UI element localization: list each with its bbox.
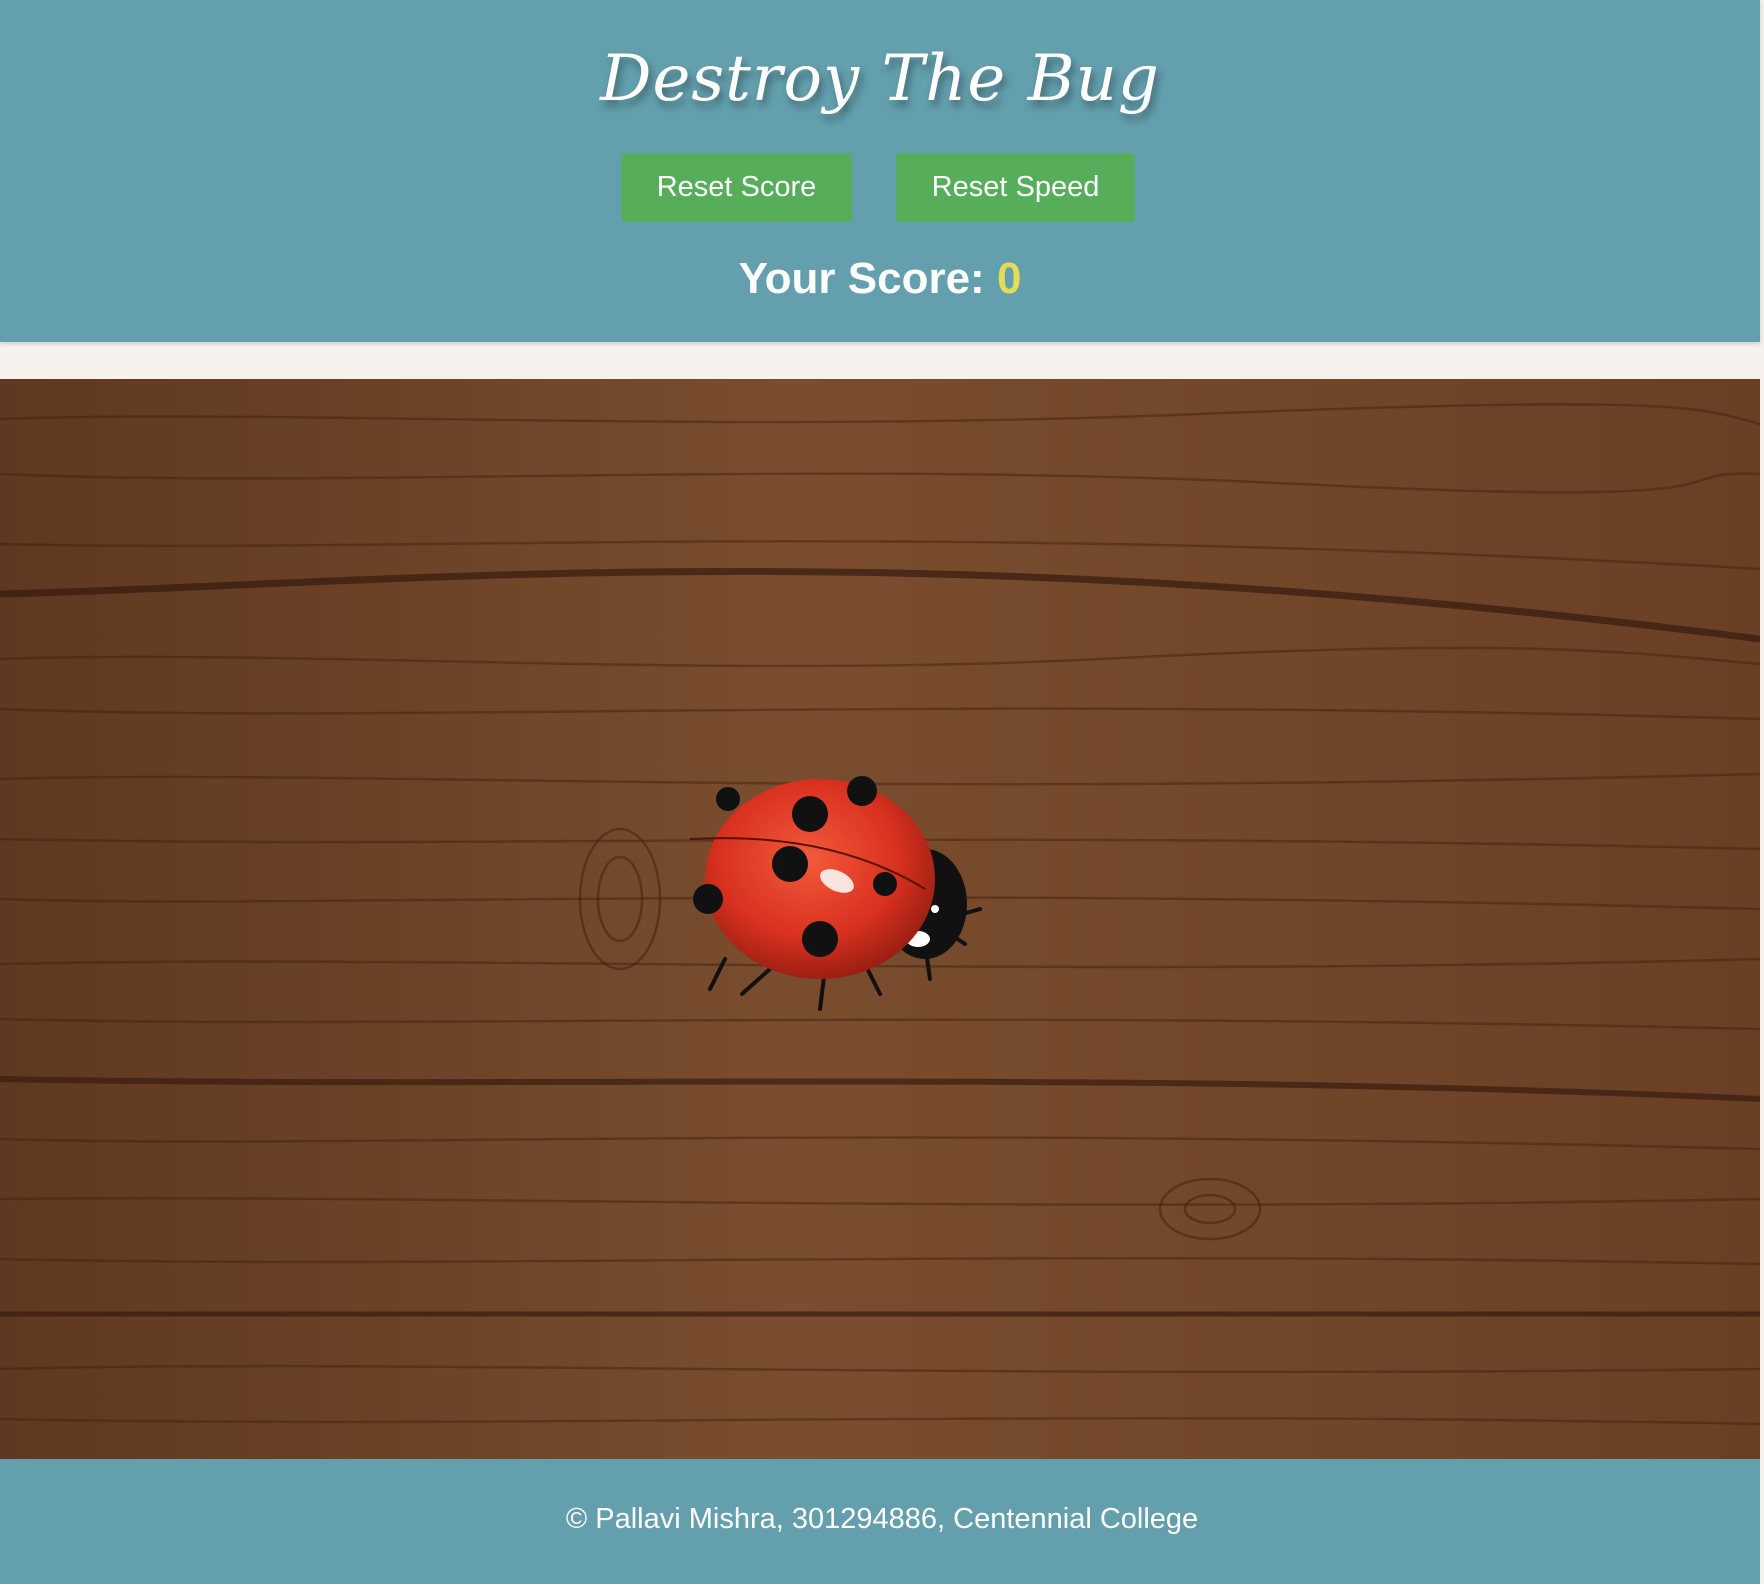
score-label: Your Score: xyxy=(738,254,985,303)
header-bar: Destroy The Bug Reset Score Reset Speed … xyxy=(0,0,1760,342)
ladybug-icon[interactable] xyxy=(680,769,1000,1019)
score-value: 0 xyxy=(996,254,1022,303)
footer-copyright: © Pallavi Mishra, 301294886, Centennial … xyxy=(565,1503,1199,1535)
score-display: Your Score: 0 xyxy=(0,254,1760,304)
reset-score-button[interactable]: Reset Score xyxy=(621,153,852,222)
reset-speed-button[interactable]: Reset Speed xyxy=(896,153,1135,222)
game-board[interactable] xyxy=(0,379,1760,1459)
footer-bar: © Pallavi Mishra, 301294886, Centennial … xyxy=(0,1459,1760,1584)
page-title: Destroy The Bug xyxy=(600,42,1160,116)
